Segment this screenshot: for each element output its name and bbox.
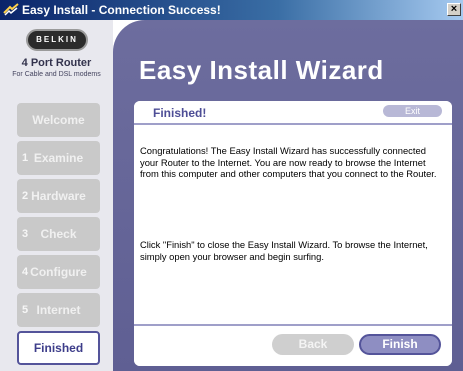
window-title: Easy Install - Connection Success! bbox=[22, 3, 221, 17]
step-hardware[interactable]: 2 Hardware bbox=[17, 179, 100, 213]
app-icon bbox=[3, 3, 19, 17]
step-label: Welcome bbox=[32, 113, 85, 127]
instructions-text: Click "Finish" to close the Easy Install… bbox=[140, 239, 428, 262]
page-title: Easy Install Wizard bbox=[139, 55, 384, 85]
step-label: Check bbox=[40, 227, 77, 241]
step-label: Configure bbox=[30, 265, 87, 279]
step-internet[interactable]: 5 Internet bbox=[17, 293, 100, 327]
step-label: Finished bbox=[33, 341, 84, 355]
installer-window: Easy Install - Connection Success! × BEL… bbox=[0, 0, 463, 371]
panel-heading: Finished! bbox=[153, 106, 207, 120]
step-examine[interactable]: 1 Examine bbox=[17, 141, 100, 175]
finish-button[interactable]: Finish bbox=[359, 334, 441, 355]
congratulations-text: Congratulations! The Easy Install Wizard… bbox=[140, 145, 437, 179]
step-label: Examine bbox=[33, 151, 84, 165]
close-button[interactable]: × bbox=[447, 3, 461, 16]
step-welcome[interactable]: Welcome bbox=[17, 103, 100, 137]
back-button[interactable]: Back bbox=[272, 334, 354, 355]
step-configure[interactable]: 4 Configure bbox=[17, 255, 100, 289]
product-subtitle: For Cable and DSL modems bbox=[12, 71, 101, 78]
step-check[interactable]: 3 Check bbox=[17, 217, 100, 251]
belkin-logo: BELKIN bbox=[26, 29, 88, 51]
panel-header: Finished! Exit bbox=[134, 101, 452, 125]
step-label: Hardware bbox=[31, 189, 86, 203]
content-panel: Finished! Exit Congratulations! The Easy… bbox=[134, 101, 452, 366]
sidebar: BELKIN 4 Port Router For Cable and DSL m… bbox=[0, 20, 113, 371]
title-bar[interactable]: Easy Install - Connection Success! × bbox=[0, 0, 463, 20]
product-name: 4 Port Router bbox=[21, 57, 92, 69]
panel-footer: Back Finish bbox=[134, 324, 452, 366]
main-area: Easy Install Wizard Finished! Exit Congr… bbox=[113, 20, 463, 371]
exit-button[interactable]: Exit bbox=[383, 105, 442, 117]
step-finished[interactable]: Finished bbox=[17, 331, 100, 365]
brand-block: BELKIN 4 Port Router For Cable and DSL m… bbox=[0, 26, 113, 96]
step-label: Internet bbox=[36, 303, 81, 317]
